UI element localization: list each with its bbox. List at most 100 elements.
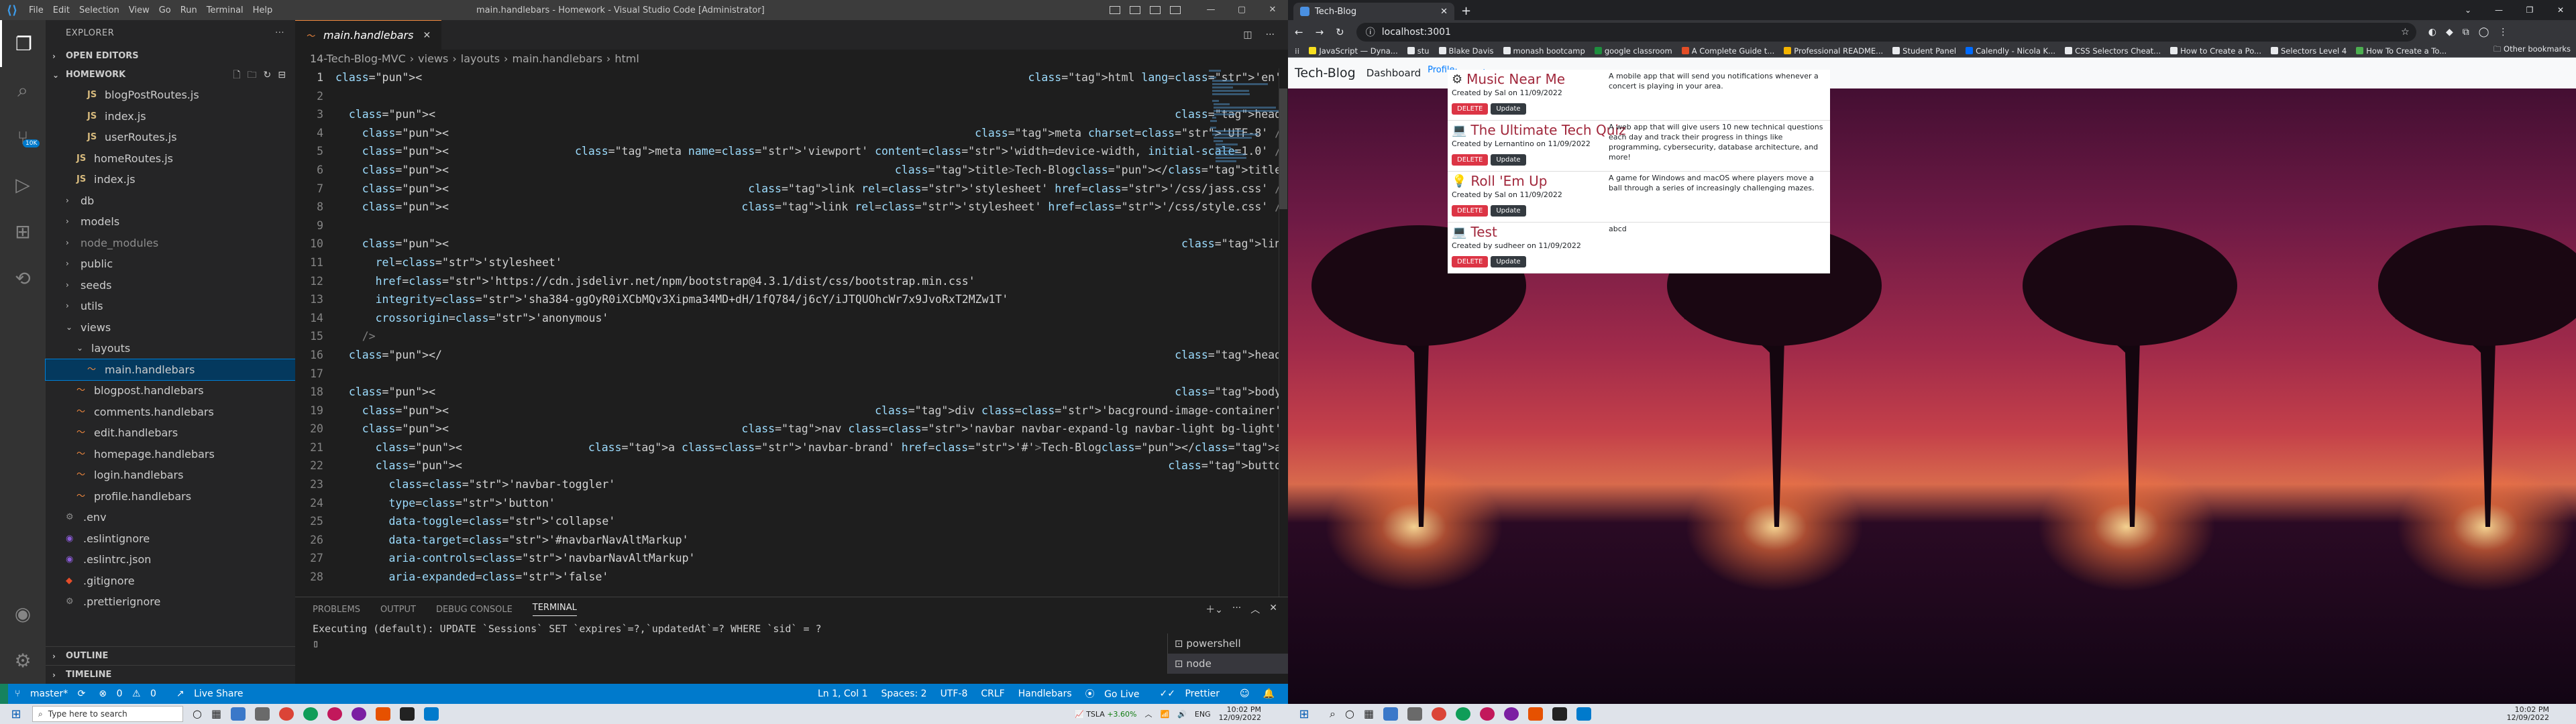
timeline-section[interactable]: › TIMELINE [46, 665, 295, 684]
search-icon[interactable]: ⌕ [1330, 707, 1336, 721]
chrome-app-icon[interactable] [1432, 707, 1447, 721]
maximize-button[interactable]: ▢ [1226, 0, 1257, 20]
code-line[interactable]: 3 class="pun"><class="tag">head> [295, 105, 1288, 124]
tree-file[interactable]: ◉ .eslintrc.json [46, 549, 295, 570]
bookmark-item[interactable]: A Complete Guide t... [1681, 46, 1774, 56]
menu-file[interactable]: File [24, 5, 48, 15]
network-icon[interactable]: 📶 [1160, 710, 1169, 719]
tree-folder[interactable]: › models [46, 211, 295, 233]
breadcrumb-item[interactable]: views [418, 50, 448, 68]
bookmark-item[interactable]: monash bootcamp [1503, 46, 1585, 56]
windows-start-icon[interactable]: ⊞ [0, 707, 32, 721]
close-panel-icon[interactable]: ✕ [1269, 603, 1277, 616]
minimize-button[interactable]: — [1195, 0, 1226, 20]
breadcrumb-item[interactable]: layouts [461, 50, 500, 68]
tree-folder[interactable]: › db [46, 190, 295, 212]
source-control-icon[interactable]: ⑂ 10K [0, 114, 46, 161]
code-line[interactable]: 1 class="pun">< class ="tag">html lang = clas… [295, 68, 1288, 87]
menu-run[interactable]: Run [176, 5, 202, 15]
open-editors-section[interactable]: › OPEN EDITORS [46, 47, 295, 66]
code-line[interactable]: 13 integrity=class="str">'sha384-ggOyR0i… [295, 290, 1288, 309]
panel-tab-debug-console[interactable]: DEBUG CONSOLE [436, 605, 513, 615]
delete-button[interactable]: DELETE [1452, 154, 1489, 166]
tree-file[interactable]: 〜 comments.handlebars [46, 402, 295, 423]
menu-edit[interactable]: Edit [48, 5, 74, 15]
app-icon[interactable] [376, 707, 391, 721]
language-mode[interactable]: Handlebars [1012, 688, 1079, 699]
tree-file[interactable]: JS blogPostRoutes.js [46, 84, 295, 106]
menu-help[interactable]: Help [248, 5, 278, 15]
post-title[interactable]: 💡 Roll 'Em Up [1452, 173, 1547, 189]
delete-button[interactable]: DELETE [1452, 103, 1489, 115]
tree-folder[interactable]: › public [46, 253, 295, 275]
browser-app-icon[interactable] [1504, 707, 1519, 721]
bookmark-item[interactable]: JavaScript — Dyna... [1309, 46, 1398, 56]
bookmark-item[interactable]: Student Panel [1892, 46, 1956, 56]
bookmark-item[interactable]: Professional README... [1784, 46, 1883, 56]
tree-folder[interactable]: › utils [46, 296, 295, 317]
menu-go[interactable]: Go [154, 5, 176, 15]
terminal-instance[interactable]: ⊡ node [1168, 654, 1288, 674]
code-line[interactable]: 7 class="pun">< class ="tag">link rel = clas… [295, 180, 1288, 198]
tree-file[interactable]: JS index.js [46, 169, 295, 190]
file-explorer-icon[interactable] [1383, 707, 1399, 721]
taskbar-search[interactable]: ⌕ Type here to search [32, 706, 183, 722]
reload-icon[interactable]: ↻ [1336, 26, 1344, 38]
code-line[interactable]: 14 crossorigin=class="str">'anonymous' [295, 309, 1288, 328]
remote-indicator[interactable] [0, 684, 8, 704]
scroll-thumb[interactable] [1279, 88, 1287, 209]
code-line[interactable]: 20 class="pun">< class ="tag">nav class = cl… [295, 420, 1288, 438]
code-line[interactable]: 15 /> [295, 327, 1288, 346]
delete-button[interactable]: DELETE [1452, 256, 1489, 267]
tree-file[interactable]: ◆ .gitignore [46, 570, 295, 592]
bookmark-item[interactable]: How To Create a To... [2356, 46, 2447, 56]
code-line[interactable]: 12 href=class="str">'https://cdn.jsdeliv… [295, 272, 1288, 291]
minimize-button[interactable]: — [2483, 0, 2514, 20]
vscode-app-icon[interactable] [1576, 707, 1592, 721]
tree-file[interactable]: ⚙ .env [46, 507, 295, 528]
maximize-panel-icon[interactable]: ︿ [1250, 603, 1260, 616]
menu-selection[interactable]: Selection [74, 5, 124, 15]
delete-button[interactable]: DELETE [1452, 205, 1489, 217]
bookmark-item[interactable]: Selectors Level 4 [2271, 46, 2347, 56]
post-title[interactable]: 💻 The Ultimate Tech Quiz [1452, 122, 1625, 138]
tree-file[interactable]: 〜 edit.handlebars [46, 422, 295, 444]
settings-gear-icon[interactable]: ⚙ [0, 637, 46, 684]
browser-tab[interactable]: Tech-Blog ✕ [1293, 3, 1454, 20]
code-editor[interactable]: 1 class="pun">< class ="tag">html lang = clas… [295, 68, 1288, 597]
tree-file[interactable]: 〜 login.handlebars [46, 465, 295, 486]
update-button[interactable]: Update [1491, 205, 1526, 217]
extension-icon[interactable]: ◆ [2446, 27, 2453, 38]
update-button[interactable]: Update [1491, 103, 1526, 115]
bookmark-item[interactable]: CSS Selectors Cheat... [2065, 46, 2161, 56]
clock[interactable]: 10:02 PM 12/09/2022 [1219, 706, 1261, 722]
chrome-menu-icon[interactable]: ⋮ [2498, 27, 2508, 38]
apps-grid-icon[interactable]: ⁞⁞ [1295, 46, 1299, 56]
tree-file[interactable]: JS index.js [46, 106, 295, 127]
browser-app-icon[interactable] [1480, 707, 1495, 721]
tree-file[interactable]: 〜 blogpost.handlebars [46, 380, 295, 402]
split-editor-icon[interactable]: ◫ [1243, 29, 1252, 40]
code-line[interactable]: 18 class="pun"><class="tag">body> [295, 383, 1288, 402]
more-actions-icon[interactable]: ··· [275, 20, 284, 47]
extensions-puzzle-icon[interactable]: ⧉ [2463, 27, 2469, 38]
terminal-output[interactable]: Executing (default): UPDATE `Sessions` S… [295, 621, 1288, 651]
update-button[interactable]: Update [1491, 256, 1526, 267]
new-file-icon[interactable]: 🗋 [233, 66, 240, 84]
task-view-icon[interactable]: ○ [193, 707, 202, 721]
toggle-panel-icon[interactable] [1130, 6, 1140, 14]
stock-widget[interactable]: 📈 TSLA +3.60% [1075, 710, 1136, 719]
clock[interactable]: 10:02 PM 12/09/2022 [2507, 706, 2549, 722]
code-line[interactable]: 19 class="pun">< class ="tag">div class = cl… [295, 402, 1288, 420]
new-tab-icon[interactable]: + [1461, 3, 1471, 20]
code-line[interactable]: 27 aria-controls=class="str">'navbarNavA… [295, 549, 1288, 568]
edge-app-icon[interactable] [1456, 707, 1471, 721]
live-share-status[interactable]: ↗ Live Share [170, 688, 257, 699]
windows-start-icon[interactable]: ⊞ [1288, 707, 1320, 721]
bookmark-item[interactable]: stu [1407, 46, 1430, 56]
new-terminal-icon[interactable]: ＋⌄ [1205, 603, 1223, 616]
store-icon[interactable] [1407, 707, 1423, 721]
refresh-icon[interactable]: ↻ [264, 66, 272, 84]
code-line[interactable]: 10 class="pun">< class ="tag">link [295, 235, 1288, 253]
breadcrumb-item[interactable]: html [614, 50, 639, 68]
